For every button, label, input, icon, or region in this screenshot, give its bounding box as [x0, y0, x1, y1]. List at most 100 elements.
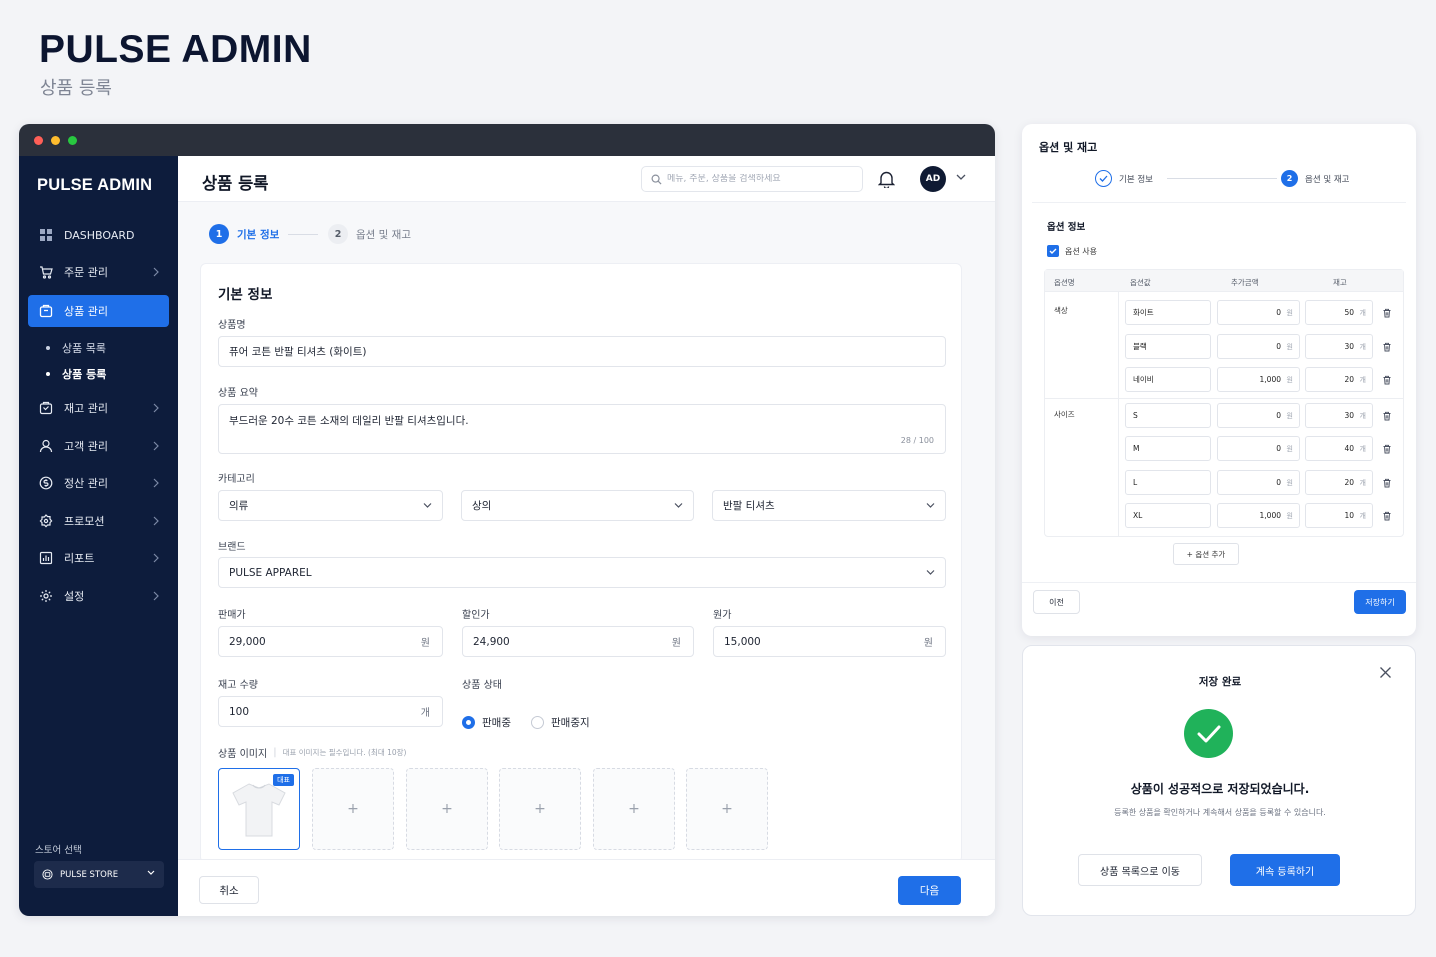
stock-input[interactable]: 100 개: [218, 696, 443, 727]
trash-icon[interactable]: [1382, 478, 1392, 488]
image-label-row: 상품 이미지 | 대표 이미지는 필수입니다. (최대 10장): [218, 747, 407, 760]
panel-footer: 이전 저장하기: [1022, 582, 1416, 636]
option-stock-input[interactable]: 10 개: [1305, 503, 1373, 528]
price-input[interactable]: 29,000 원: [218, 626, 443, 657]
chevron-right-icon: [153, 403, 159, 413]
sidebar-item-settlement[interactable]: 정산 관리: [28, 467, 169, 499]
sidebar-item-orders[interactable]: 주문 관리: [28, 256, 169, 288]
add-image-slot[interactable]: +: [312, 768, 394, 850]
option-stock-input[interactable]: 30 개: [1305, 403, 1373, 428]
option-stock: 20: [1344, 375, 1354, 384]
name-label: 상품명: [218, 320, 246, 331]
search-input[interactable]: [667, 174, 847, 184]
option-stock-input[interactable]: 40 개: [1305, 436, 1373, 461]
next-button[interactable]: 다음: [898, 876, 961, 905]
panel-step-options[interactable]: 2 옵션 및 재고: [1281, 170, 1350, 187]
option-price-input[interactable]: 0원: [1217, 470, 1300, 495]
chevron-right-icon: [153, 267, 159, 277]
option-price-input[interactable]: 1,000 원: [1217, 503, 1300, 528]
minimize-dot[interactable]: [51, 136, 60, 145]
sidebar-item-report[interactable]: 리포트: [28, 542, 169, 574]
close-icon[interactable]: [1379, 666, 1392, 679]
go-to-list-button[interactable]: 상품 목록으로 이동: [1078, 854, 1202, 886]
option-value-input[interactable]: XL: [1125, 503, 1211, 528]
add-image-slot[interactable]: +: [686, 768, 768, 850]
option-price-input[interactable]: 0원: [1217, 334, 1300, 359]
category3-select[interactable]: 반팔 티셔츠: [712, 490, 946, 521]
chevron-down-icon[interactable]: [956, 174, 966, 181]
option-value-input[interactable]: S: [1125, 403, 1211, 428]
trash-icon[interactable]: [1382, 308, 1392, 318]
option-value: 화이트: [1133, 308, 1154, 317]
sidebar-item-customers[interactable]: 고객 관리: [28, 430, 169, 462]
option-value-input[interactable]: 블랙: [1125, 334, 1211, 359]
continue-register-button[interactable]: 계속 등록하기: [1230, 854, 1340, 886]
step-basic-info[interactable]: 1 기본 정보: [209, 224, 279, 244]
close-dot[interactable]: [34, 136, 43, 145]
cancel-button[interactable]: 취소: [199, 876, 259, 904]
option-stock-input[interactable]: 20 개: [1305, 470, 1373, 495]
summary-textarea[interactable]: 부드러운 20수 코튼 소재의 데일리 반팔 티셔츠입니다. 28 / 100: [218, 404, 946, 454]
sidebar-subitem-product-list[interactable]: 상품 목록: [46, 340, 106, 356]
option-price-input[interactable]: 0원: [1217, 403, 1300, 428]
trash-icon[interactable]: [1382, 444, 1392, 454]
option-price-input[interactable]: 0원: [1217, 436, 1300, 461]
add-image-slot[interactable]: +: [593, 768, 675, 850]
sidebar-subitem-product-register[interactable]: 상품 등록: [46, 366, 106, 382]
add-image-slot[interactable]: +: [499, 768, 581, 850]
sidebar-item-label: 정산 관리: [64, 477, 108, 490]
sidebar-item-settings[interactable]: 설정: [28, 580, 169, 612]
option-stock-input[interactable]: 20 개: [1305, 367, 1373, 392]
status-label: 상품 상태: [462, 680, 502, 691]
radio-icon: [531, 716, 544, 729]
avatar[interactable]: AD: [920, 166, 946, 192]
category1-select[interactable]: 의류: [218, 490, 443, 521]
option-value-input[interactable]: L: [1125, 470, 1211, 495]
stock-unit: 개: [1359, 511, 1366, 520]
main-image-slot[interactable]: 대표: [218, 768, 300, 850]
option-price-input[interactable]: 0원: [1217, 300, 1300, 325]
add-option-button[interactable]: + 옵션 추가: [1173, 543, 1239, 565]
brand-label: 브랜드: [218, 542, 246, 553]
sidebar-item-label: 재고 관리: [64, 402, 108, 415]
discount-input[interactable]: 24,900 원: [462, 626, 694, 657]
option-price-input[interactable]: 1,000 원: [1217, 367, 1300, 392]
option-value: 네이비: [1133, 375, 1154, 384]
trash-icon[interactable]: [1382, 375, 1392, 385]
option-value-input[interactable]: 네이비: [1125, 367, 1211, 392]
status-radio-on[interactable]: 판매중: [462, 715, 511, 730]
use-option-checkbox[interactable]: 옵션 사용: [1047, 245, 1097, 257]
save-button[interactable]: 저장하기: [1354, 590, 1406, 614]
prev-button[interactable]: 이전: [1033, 590, 1080, 614]
status-radio-off[interactable]: 판매중지: [531, 715, 590, 730]
store-select[interactable]: PULSE STORE: [34, 861, 164, 888]
sidebar-item-products[interactable]: 상품 관리: [28, 295, 169, 327]
sidebar-item-label: 설정: [64, 590, 85, 603]
brand-select[interactable]: PULSE APPAREL: [218, 557, 946, 588]
step-options-stock[interactable]: 2 옵션 및 재고: [328, 224, 411, 244]
option-stock-input[interactable]: 30 개: [1305, 334, 1373, 359]
sidebar-item-dashboard[interactable]: DASHBOARD: [28, 219, 169, 251]
option-value-input[interactable]: M: [1125, 436, 1211, 461]
sidebar-item-inventory[interactable]: 재고 관리: [28, 392, 169, 424]
trash-icon[interactable]: [1382, 511, 1392, 521]
category-label: 카테고리: [218, 474, 255, 485]
bell-icon[interactable]: [878, 170, 895, 188]
trash-icon[interactable]: [1382, 342, 1392, 352]
maximize-dot[interactable]: [68, 136, 77, 145]
cost-input[interactable]: 15,000 원: [713, 626, 946, 657]
stock-unit: 개: [1359, 375, 1366, 384]
option-stock: 10: [1344, 511, 1354, 520]
trash-icon[interactable]: [1382, 411, 1392, 421]
add-image-slot[interactable]: +: [406, 768, 488, 850]
topbar: 상품 등록 AD: [178, 156, 995, 202]
option-value-input[interactable]: 화이트: [1125, 300, 1211, 325]
category2-select[interactable]: 상의: [461, 490, 694, 521]
search-box[interactable]: [641, 166, 863, 192]
step-label: 기본 정보: [237, 228, 280, 241]
product-name-input[interactable]: 퓨어 코튼 반팔 티셔츠 (화이트): [218, 336, 946, 367]
panel-step-basic[interactable]: 기본 정보: [1095, 170, 1153, 187]
sidebar-item-promotion[interactable]: 프로모션: [28, 505, 169, 537]
cost-value: 15,000: [724, 635, 761, 648]
option-stock-input[interactable]: 50 개: [1305, 300, 1373, 325]
